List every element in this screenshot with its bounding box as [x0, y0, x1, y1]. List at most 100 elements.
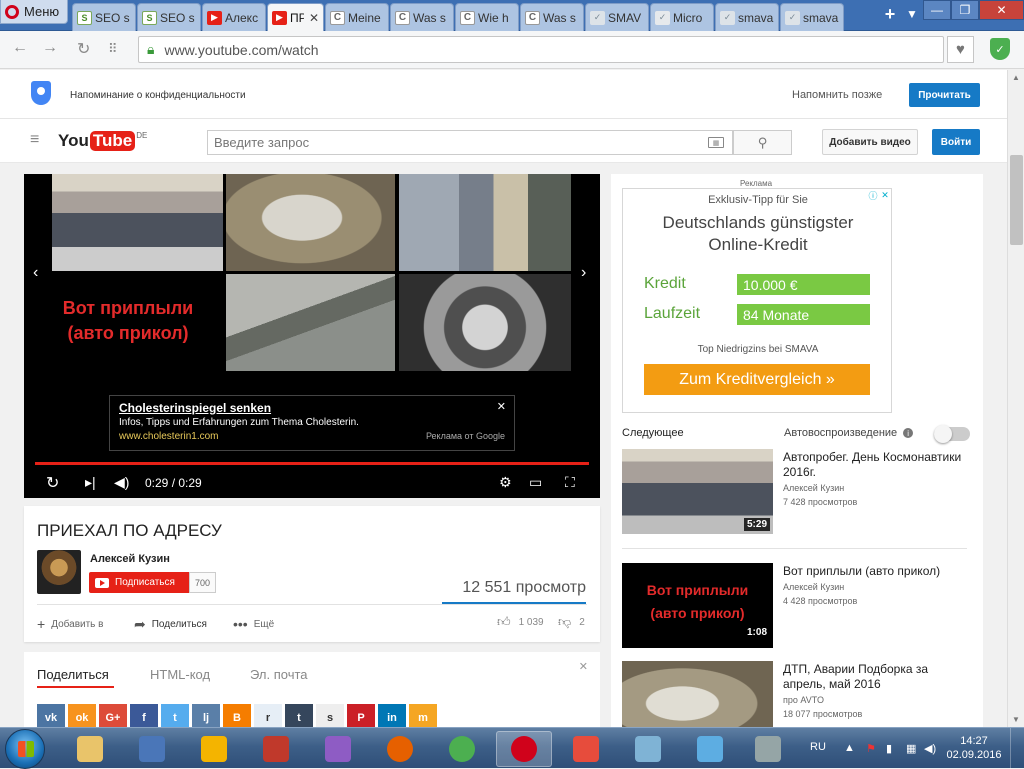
guide-menu-icon[interactable]: ≡: [30, 131, 39, 149]
adblock-shield-icon[interactable]: ✓: [990, 38, 1010, 60]
livejournal-share-icon[interactable]: lj: [192, 704, 220, 727]
dislike-button[interactable]: 👎︎ 2: [558, 614, 585, 630]
video-player[interactable]: Вот приплыли (авто прикол) ‹ › Cholester…: [24, 174, 600, 498]
endscreen-thumb[interactable]: [399, 274, 571, 371]
taskbar-shield-app-button[interactable]: [124, 731, 180, 767]
minimize-button[interactable]: —: [923, 0, 951, 20]
tab-email[interactable]: Эл. почта: [250, 667, 308, 682]
youtube-logo[interactable]: You Tube DE: [58, 131, 147, 151]
opera-menu-button[interactable]: Меню: [0, 0, 68, 24]
replay-icon[interactable]: ↻: [46, 473, 59, 493]
taskbar-opera-button[interactable]: [496, 731, 552, 767]
share-button[interactable]: ➦ Поделиться: [134, 616, 207, 633]
more-button[interactable]: ••• Ещё: [233, 616, 274, 632]
endscreen-thumb[interactable]: [226, 174, 395, 271]
search-button[interactable]: ⚲: [733, 130, 792, 155]
language-indicator[interactable]: RU: [810, 741, 826, 753]
taskbar-notepad-button[interactable]: [620, 731, 676, 767]
endscreen-thumb[interactable]: [399, 174, 571, 271]
browser-tab[interactable]: ✓ smava: [715, 3, 779, 31]
tumblr-share-icon[interactable]: t: [285, 704, 313, 727]
sidebar-video-item[interactable]: 5:29 Автопробег. День Космонавтики 2016г…: [622, 449, 972, 535]
autoplay-toggle[interactable]: [934, 425, 970, 443]
vk-share-icon[interactable]: vk: [37, 704, 65, 727]
taskbar-rubik-button[interactable]: [248, 731, 304, 767]
scrollbar-thumb[interactable]: [1010, 155, 1023, 245]
scroll-up-icon[interactable]: ▲: [1012, 73, 1020, 82]
endscreen-video-title[interactable]: Вот приплыли (авто прикол): [48, 296, 208, 346]
info-icon[interactable]: i: [903, 428, 914, 438]
new-tab-button[interactable]: +: [879, 0, 901, 28]
credit-compare-button[interactable]: Zum Kreditvergleich »: [644, 364, 870, 395]
tab-menu-icon[interactable]: ▼: [901, 0, 923, 28]
video-title[interactable]: Автопробег. День Космонавтики 2016г.: [783, 450, 973, 480]
bookmark-heart-icon[interactable]: ♥: [947, 36, 974, 63]
show-desktop-button[interactable]: [1010, 728, 1024, 769]
endscreen-thumb[interactable]: [52, 174, 223, 271]
browser-tab[interactable]: S SEO s: [137, 3, 201, 31]
fullscreen-icon[interactable]: ⛶: [565, 474, 575, 491]
browser-tab[interactable]: ▶ Алекс: [202, 3, 266, 31]
progress-bar[interactable]: [35, 462, 589, 465]
search-input[interactable]: Введите запрос ▦: [207, 130, 733, 155]
remind-later-link[interactable]: Напомнить позже: [792, 89, 882, 101]
scroll-down-icon[interactable]: ▼: [1012, 715, 1020, 724]
channel-avatar[interactable]: [37, 550, 81, 594]
linkedin-share-icon[interactable]: in: [378, 704, 406, 727]
browser-tab[interactable]: C Meine: [325, 3, 389, 31]
start-button[interactable]: [5, 729, 45, 769]
taskbar-feather-button[interactable]: [310, 731, 366, 767]
tab-close-icon[interactable]: ✕: [309, 11, 319, 25]
taskbar-speaker-app-button[interactable]: [740, 731, 796, 767]
browser-tab[interactable]: ✓ Micro: [650, 3, 714, 31]
pinterest-share-icon[interactable]: P: [347, 704, 375, 727]
browser-tab[interactable]: C Was s: [520, 3, 584, 31]
tab-share[interactable]: Поделиться: [37, 667, 109, 682]
reload-icon[interactable]: ↻: [77, 39, 90, 59]
video-title[interactable]: Вот приплыли (авто прикол): [783, 564, 973, 579]
prev-arrow-icon[interactable]: ‹: [33, 264, 38, 282]
smava-ad-banner[interactable]: ⓘ ✕ Exklusiv-Tipp für Sie Deutschlands gü…: [622, 188, 892, 413]
next-video-icon[interactable]: ▸|: [85, 474, 96, 491]
taskbar-arrows-app-button[interactable]: [682, 731, 738, 767]
next-arrow-icon[interactable]: ›: [581, 264, 586, 282]
clock[interactable]: 14:27 02.09.2016: [942, 734, 1006, 762]
video-title[interactable]: ДТП, Аварии Подборка за апрель, май 2016: [783, 662, 973, 692]
stumbleupon-share-icon[interactable]: s: [316, 704, 344, 727]
browser-tab[interactable]: S SEO s: [72, 3, 136, 31]
network-icon[interactable]: ⚑: [866, 742, 876, 755]
ad-title[interactable]: Cholesterinspiegel senken: [119, 401, 505, 415]
add-to-button[interactable]: + Добавить в: [37, 616, 103, 632]
odnoklassniki-share-icon[interactable]: ok: [68, 704, 96, 727]
browser-tab[interactable]: ▶ПР ✕: [267, 3, 324, 31]
share-close-icon[interactable]: ✕: [579, 660, 588, 673]
browser-tab[interactable]: C Wie h: [455, 3, 519, 31]
tab-embed[interactable]: HTML-код: [150, 667, 210, 682]
mailru-share-icon[interactable]: m: [409, 704, 437, 727]
overlay-ad[interactable]: Cholesterinspiegel senken Infos, Tipps u…: [109, 395, 515, 451]
theater-mode-icon[interactable]: ▭: [529, 474, 542, 491]
taskbar-ccleaner-button[interactable]: [558, 731, 614, 767]
sidebar-video-item[interactable]: Вот приплыли (авто прикол) 1:08 Вот прип…: [622, 563, 972, 649]
video-thumbnail[interactable]: [622, 661, 773, 727]
taskbar-chrome-button[interactable]: [434, 731, 490, 767]
speed-dial-icon[interactable]: ⠿: [108, 41, 118, 57]
facebook-share-icon[interactable]: f: [130, 704, 158, 727]
video-thumbnail[interactable]: 5:29: [622, 449, 773, 534]
signin-button[interactable]: Войти: [932, 129, 980, 155]
url-field[interactable]: 🔒︎ www.youtube.com/watch: [138, 36, 944, 63]
browser-tab[interactable]: ✓ SMAV: [585, 3, 649, 31]
video-thumbnail[interactable]: Вот приплыли (авто прикол) 1:08: [622, 563, 773, 648]
browser-tab[interactable]: C Was s: [390, 3, 454, 31]
upload-button[interactable]: Добавить видео: [822, 129, 918, 155]
endscreen-thumb[interactable]: [226, 274, 395, 371]
tray-expand-icon[interactable]: ▲: [844, 742, 855, 754]
settings-gear-icon[interactable]: ⚙: [499, 474, 512, 491]
google-plus-share-icon[interactable]: G+: [99, 704, 127, 727]
taskbar-firefox-button[interactable]: [372, 731, 428, 767]
maximize-button[interactable]: ❐: [951, 0, 979, 20]
back-icon[interactable]: ←: [12, 39, 28, 57]
volume-icon[interactable]: ◀): [114, 474, 129, 491]
volume-tray-icon[interactable]: ◀): [924, 742, 936, 755]
read-button[interactable]: Прочитать: [909, 83, 980, 107]
